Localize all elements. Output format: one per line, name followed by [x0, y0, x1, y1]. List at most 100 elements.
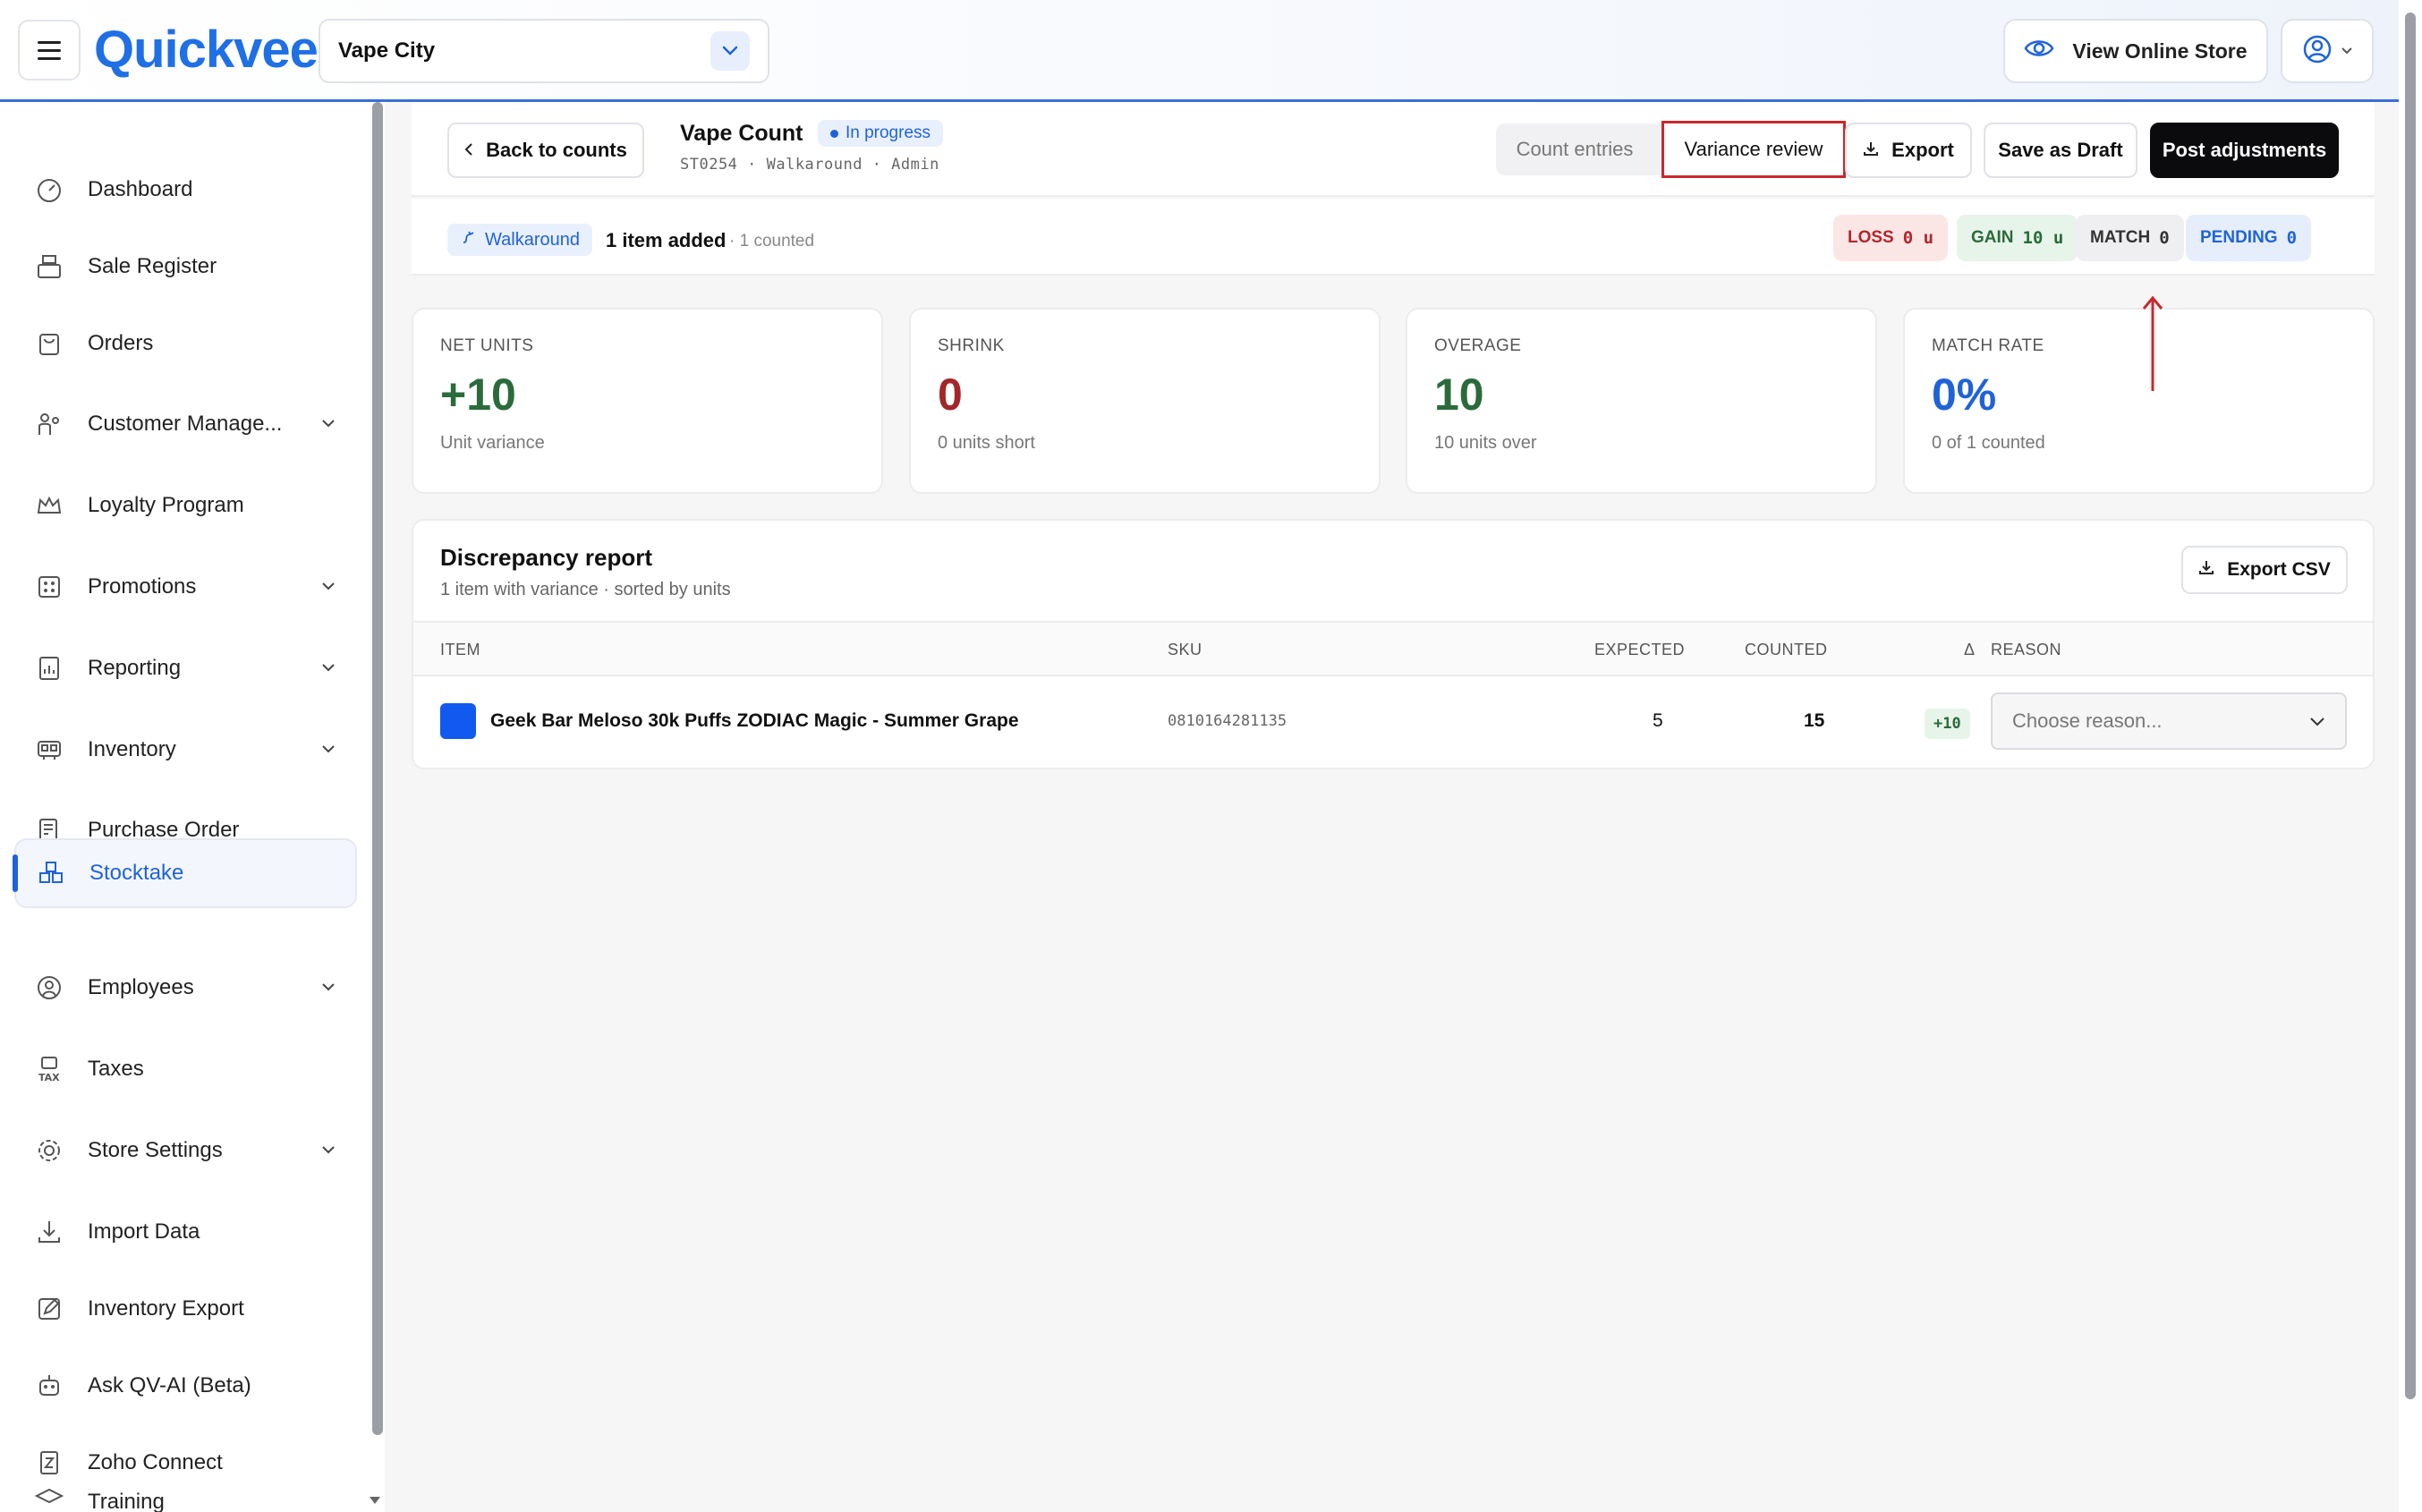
sidebar-scrollbar[interactable] — [372, 102, 383, 1435]
status-badge: In progress — [817, 120, 944, 147]
sidebar-item-sale-register[interactable]: Sale Register — [14, 232, 357, 302]
col-counted: COUNTED — [1745, 641, 1828, 658]
pending-value: 0 — [2286, 228, 2298, 248]
report-subtitle: 1 item with variance · sorted by units — [440, 580, 731, 599]
quickvee-logo[interactable]: Quickvee — [94, 20, 319, 80]
col-item: ITEM — [440, 641, 480, 658]
sidebar-item-orders[interactable]: Orders — [14, 309, 357, 378]
sidebar-item-label: Store Settings — [88, 1138, 223, 1162]
view-tabs: Count entries Variance review — [1496, 121, 1846, 178]
scroll-down-arrow-icon[interactable] — [369, 1496, 381, 1505]
sidebar-item-dashboard[interactable]: Dashboard — [14, 155, 357, 225]
download-icon — [1863, 139, 1879, 162]
chevron-down-icon — [2309, 709, 2325, 733]
chevron-down-icon — [321, 980, 336, 996]
pending-label: PENDING — [2200, 228, 2278, 247]
post-adjustments-button[interactable]: Post adjustments — [2150, 123, 2339, 178]
hamburger-icon — [38, 38, 61, 63]
sidebar-item-training[interactable]: Training — [14, 1470, 357, 1512]
match-label: MATCH — [2090, 228, 2151, 247]
bag-icon — [34, 328, 64, 359]
sidebar-item-reporting[interactable]: Reporting — [14, 633, 357, 703]
crown-icon — [34, 490, 64, 521]
card-key: OVERAGE — [1434, 336, 1522, 355]
status-badge-label: In progress — [845, 123, 931, 142]
export-csv-label: Export CSV — [2227, 559, 2331, 580]
save-draft-button[interactable]: Save as Draft — [1984, 123, 2137, 178]
col-sku: SKU — [1168, 641, 1203, 658]
sidebar-item-label: Import Data — [88, 1219, 200, 1244]
col-reason: REASON — [1991, 641, 2062, 658]
sidebar-item-store-settings[interactable]: Store Settings — [14, 1116, 357, 1185]
tab-count-entries[interactable]: Count entries — [1496, 123, 1653, 175]
back-to-counts-button[interactable]: Back to counts — [447, 123, 644, 178]
sidebar-item-taxes[interactable]: TAX Taxes — [14, 1034, 357, 1104]
route-icon — [460, 229, 476, 251]
eye-icon — [2024, 38, 2054, 64]
active-indicator — [13, 854, 18, 892]
export-edit-icon — [34, 1294, 64, 1324]
reason-select[interactable]: Choose reason... — [1991, 692, 2347, 750]
page-scrollbar[interactable] — [2399, 0, 2422, 1512]
chevron-down-icon — [2341, 43, 2352, 59]
items-added: 1 item added — [606, 229, 727, 251]
store-selector[interactable]: Vape City — [319, 19, 769, 83]
walkaround-tag: Walkaround — [447, 224, 592, 256]
sidebar-item-promotions[interactable]: Promotions — [14, 552, 357, 622]
promotions-icon — [34, 572, 64, 602]
view-online-store-button[interactable]: View Online Store — [2003, 19, 2268, 83]
card-desc: 0 units short — [938, 433, 1035, 453]
sidebar-item-label: Loyalty Program — [88, 493, 244, 517]
table-header: ITEM SKU EXPECTED COUNTED Δ REASON — [413, 621, 2373, 676]
card-desc: 0 of 1 counted — [1932, 433, 2045, 453]
tab-variance-review[interactable]: Variance review — [1661, 121, 1846, 178]
chevron-down-icon — [321, 579, 336, 595]
gain-label: GAIN — [1971, 228, 2014, 247]
gear-icon — [34, 1135, 64, 1166]
menu-button[interactable] — [18, 20, 81, 81]
report-title: Discrepancy report — [440, 544, 652, 571]
tax-icon: TAX — [34, 1054, 64, 1084]
export-button[interactable]: Export — [1845, 123, 1972, 178]
user-menu-button[interactable] — [2281, 19, 2374, 83]
page-title: Vape Count — [680, 120, 803, 146]
sidebar-item-inventory-export[interactable]: Inventory Export — [14, 1274, 357, 1344]
gauge-icon — [34, 174, 64, 205]
sidebar-item-label: Taxes — [88, 1057, 144, 1081]
chevron-down-icon — [321, 742, 336, 758]
sidebar-item-employees[interactable]: Employees — [14, 953, 357, 1023]
sidebar-item-customer-management[interactable]: Customer Manage... — [14, 389, 357, 459]
overage-card: OVERAGE 10 10 units over — [1406, 308, 1877, 494]
svg-text:TAX: TAX — [38, 1072, 60, 1083]
store-name: Vape City — [338, 38, 436, 63]
top-bar: Quickvee Vape City View Online Store — [0, 0, 2422, 102]
export-csv-button[interactable]: Export CSV — [2181, 546, 2348, 594]
stocktake-icon — [36, 858, 66, 888]
sidebar-item-ask-qv-ai[interactable]: Ask QV-AI (Beta) — [14, 1351, 357, 1421]
loss-label: LOSS — [1848, 228, 1894, 247]
chevron-down-icon — [321, 416, 336, 432]
item-sku: 0810164281135 — [1168, 712, 1287, 730]
sidebar-item-label: Training — [88, 1490, 165, 1512]
card-value: 0% — [1932, 370, 1997, 420]
sidebar-item-import-data[interactable]: Import Data — [14, 1197, 357, 1267]
sidebar-item-stocktake[interactable]: Stocktake — [14, 838, 357, 908]
sidebar-item-inventory[interactable]: Inventory — [14, 715, 357, 785]
register-icon — [34, 251, 64, 282]
sidebar-item-loyalty-program[interactable]: Loyalty Program — [14, 471, 357, 540]
match-badge: MATCH 0 — [2076, 215, 2184, 261]
loss-value: 0 u — [1902, 228, 1934, 248]
back-to-counts-label: Back to counts — [486, 139, 627, 161]
sidebar-item-label: Sale Register — [88, 254, 217, 278]
reason-placeholder: Choose reason... — [2012, 709, 2163, 732]
discrepancy-report: Discrepancy report 1 item with variance … — [412, 519, 2375, 769]
item-expected: 5 — [1653, 710, 1663, 731]
inventory-icon — [34, 735, 64, 765]
sidebar-item-label: Inventory Export — [88, 1296, 244, 1321]
sidebar: Dashboard Sale Register Orders Customer … — [0, 102, 385, 1512]
match-value: 0 — [2159, 228, 2170, 248]
download-icon — [34, 1217, 64, 1247]
page-scroll-thumb[interactable] — [2405, 13, 2416, 1399]
card-key: NET UNITS — [440, 336, 534, 355]
col-delta: Δ — [1964, 641, 1976, 658]
